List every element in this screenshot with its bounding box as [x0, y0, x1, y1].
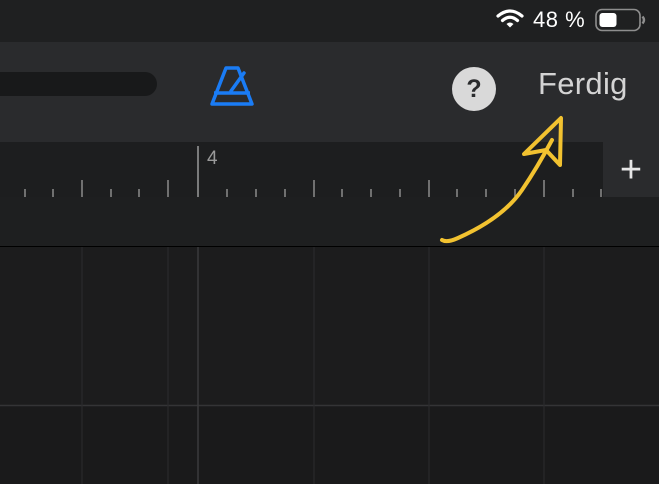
- status-bar: 48 %: [0, 0, 659, 42]
- plus-icon: +: [619, 148, 643, 191]
- toolbar: ? Ferdig: [0, 42, 659, 142]
- add-track-button[interactable]: +: [603, 142, 659, 197]
- metronome-icon[interactable]: [208, 64, 256, 108]
- help-label: ?: [466, 74, 482, 103]
- bar-number-label: 4: [207, 148, 218, 169]
- screen: 48 % ? Ferdig 4 +: [0, 0, 659, 484]
- track-grid[interactable]: [0, 247, 659, 484]
- ruler-ticks: [24, 146, 602, 197]
- region-strip[interactable]: [0, 197, 659, 247]
- ruler[interactable]: 4: [0, 142, 603, 197]
- grid-lines: [0, 247, 659, 484]
- wifi-icon: [496, 9, 524, 28]
- help-button[interactable]: ?: [452, 67, 496, 111]
- battery-percent: 48 %: [533, 7, 586, 32]
- playhead-slider[interactable]: [0, 72, 157, 96]
- battery-icon: [595, 8, 646, 32]
- done-button[interactable]: Ferdig: [538, 66, 628, 102]
